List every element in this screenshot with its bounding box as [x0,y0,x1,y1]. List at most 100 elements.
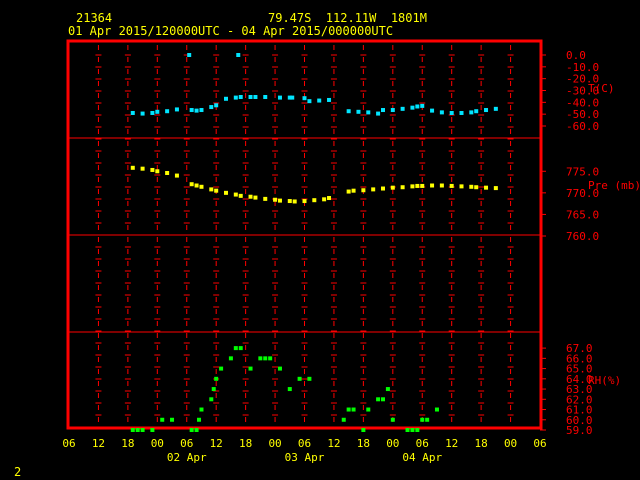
y-tick-label: 765.0 [566,208,599,221]
humidity-point [390,417,395,422]
humidity-point [277,366,282,371]
temperature-point [430,108,435,113]
temperature-point [484,108,489,113]
pressure-point [361,188,366,193]
humidity-point [160,417,165,422]
pressure-point [189,182,194,187]
temperature-point [130,110,135,115]
humidity-point [199,407,204,412]
temperature-point [155,109,160,114]
humidity-point [420,417,425,422]
pressure-axis-label: Pre (mb) [588,179,640,192]
temperature-point [469,110,474,115]
pressure-point [302,199,307,204]
pressure-point [238,193,243,198]
humidity-point [263,356,268,361]
pressure-point [327,196,332,201]
x-tick-label: 12 [92,437,105,450]
pressure-point [292,199,297,204]
pressure-point [130,165,135,170]
humidity-point [219,366,224,371]
temperature-point [410,105,415,110]
temperature-point [307,99,312,104]
pressure-point [381,186,385,191]
humidity-point [405,428,410,432]
pressure-point [420,183,425,188]
temperature-point [376,111,381,116]
humidity-point [194,428,199,432]
temperature-point [327,97,332,102]
date-label: 04 Apr [402,451,442,464]
temperature-point [474,109,479,114]
humidity-point [361,428,366,432]
temperature-point [174,107,179,112]
pressure-point [351,188,356,193]
pressure-point [322,197,327,202]
temperature-point [187,53,192,57]
pressure-point [493,186,498,191]
temperature-point [224,96,228,101]
temperature-point [140,111,145,116]
pressure-point [224,190,228,195]
temperature-point [236,53,241,57]
pressure-point [312,198,317,203]
pressure-point [439,183,444,188]
humidity-point [287,387,292,392]
x-tick-label: 06 [180,437,193,450]
temperature-point [277,95,282,100]
temperature-point [189,108,194,113]
pressure-point [150,167,155,172]
temperature-point [390,108,395,113]
pressure-point [469,184,474,189]
pressure-point [140,166,145,171]
humidity-point [150,428,155,432]
temperature-point [459,110,464,115]
x-tick-label: 18 [239,437,252,450]
humidity-point [211,387,216,392]
humidity-point [410,428,415,432]
pressure-point [273,197,278,202]
x-tick-label: 12 [445,437,458,450]
x-tick-label: 12 [327,437,340,450]
pressure-point [233,192,238,197]
temperature-point [165,109,170,114]
pressure-point [248,194,253,199]
pressure-point [410,184,415,189]
temperature-point [253,95,258,100]
temperature-point [381,108,385,113]
humidity-point [228,356,233,361]
x-tick-label: 06 [298,437,311,450]
temperature-point [263,95,268,100]
x-tick-label: 18 [475,437,488,450]
humidity-point [376,397,381,402]
humidity-point [346,407,351,412]
pressure-point [474,185,479,190]
meteogram-plot: 06 12 18 00 06 12 18 00 06 12 18 00 06 12 18 00 0602 Apr… [62,39,640,464]
humidity-point [209,397,214,402]
temperature-point [302,96,307,101]
date-label: 02 Apr [167,451,207,464]
pressure-point [459,184,464,189]
humidity-point [385,387,390,392]
humidity-point [434,407,439,412]
temperature-point [290,95,295,100]
x-tick-label: 00 [268,437,281,450]
humidity-point [366,407,371,412]
temperature-point [420,103,425,108]
temperature-point [493,106,498,111]
pressure-point [346,189,351,194]
pressure-point [415,183,420,188]
temperature-point [415,104,420,109]
x-tick-label: 00 [151,437,164,450]
humidity-point [381,397,385,402]
temperature-point [346,109,351,114]
pressure-point [277,198,282,203]
humidity-point [341,417,346,422]
x-tick-label: 00 [504,437,517,450]
temperature-point [439,110,444,115]
humidity-point [170,417,175,422]
pressure-point [430,183,435,188]
humidity-point [351,407,356,412]
humidity-point [135,428,140,432]
temperature-point [317,98,322,103]
